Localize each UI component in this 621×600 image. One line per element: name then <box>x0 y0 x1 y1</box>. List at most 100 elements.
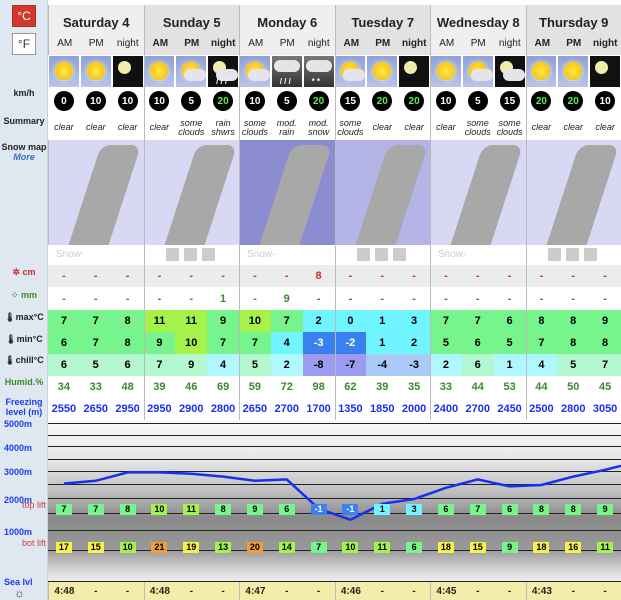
sunrise-cell: - <box>571 585 575 597</box>
period-label: AM <box>248 38 264 49</box>
zoom-map-icon[interactable] <box>392 248 406 261</box>
weather-cell <box>144 55 176 87</box>
prev-map-icon[interactable] <box>165 248 179 261</box>
snow-map-image[interactable] <box>48 140 144 245</box>
snow-map-image[interactable] <box>525 140 621 245</box>
top-lift-temp: 3 <box>406 504 423 515</box>
snow-map-more-link[interactable]: More <box>0 152 48 162</box>
snow-map-image[interactable] <box>334 140 430 245</box>
rain-mm-text: mm <box>21 290 38 300</box>
alt-3000-label: 3000m <box>4 467 33 477</box>
rain-mm-cell: - <box>507 293 512 305</box>
humidity-cell: 50 <box>567 381 580 393</box>
summary-cell: some clouds <box>496 117 523 137</box>
land-shape <box>544 145 619 245</box>
period-label: AM <box>343 38 360 49</box>
sunrise-cell: 4:48 <box>143 582 176 600</box>
wind-chill-cell: -4 <box>366 354 399 376</box>
period-row: AM PM night <box>49 38 144 49</box>
wind-chill-cell: 5 <box>557 354 590 376</box>
day-header: Monday 6 AM PM night <box>239 5 335 55</box>
weather-cell <box>462 55 494 87</box>
moon-rain-icon: / / / <box>208 55 239 87</box>
land-shape <box>353 145 428 245</box>
snow-map-image[interactable] <box>143 140 239 245</box>
day-separator <box>525 5 527 420</box>
freezing-level-cell: 1700 <box>306 403 331 415</box>
period-label: night <box>498 38 521 49</box>
freezing-level-cell: 2000 <box>401 403 427 415</box>
thermometer-icon: 🌡 <box>5 334 17 344</box>
snow-cm-cell: - <box>253 270 257 282</box>
period-label: PM <box>375 38 391 49</box>
prev-map-icon[interactable] <box>356 248 370 261</box>
freezing-level-cell: 3050 <box>592 403 618 415</box>
sunrise-cell: 4:48 <box>48 582 80 600</box>
rain-mm-cell: - <box>444 293 448 305</box>
period-label: PM <box>184 38 200 49</box>
sunrise-cell: - <box>603 585 607 597</box>
sunrise-icon: ☼ <box>14 586 25 600</box>
weather-cell <box>80 55 112 87</box>
max-temp-cell: 8 <box>557 310 590 332</box>
max-temp-cell: 9 <box>207 310 239 332</box>
max-temp-cell: 8 <box>111 310 144 332</box>
max-temp-cell: 7 <box>270 310 303 332</box>
freezing-level-cell: 2650 <box>83 403 108 415</box>
wind-speed-icon: 5 <box>181 91 202 111</box>
humidity-cell: 39 <box>153 381 166 393</box>
wind-chill-cell: 6 <box>111 354 144 376</box>
prev-map-icon[interactable] <box>547 248 561 261</box>
max-temp-cell: 7 <box>430 310 462 332</box>
weather-cell <box>48 55 80 87</box>
snow-map-image[interactable] <box>430 140 526 245</box>
freezing-level-cell: 2650 <box>242 403 268 415</box>
top-lift-temp: 7 <box>55 504 72 515</box>
zoom-map-icon[interactable] <box>583 248 597 261</box>
bottom-lift-label: bot lift <box>21 538 46 548</box>
humidity-cell: 45 <box>598 381 612 393</box>
top-lift-temp: 7 <box>469 504 486 515</box>
min-temp-cell: 1 <box>366 332 399 354</box>
forecast-table: Saturday 4 AM PM night Sunday 5 AM PM night Mond… <box>48 0 621 600</box>
min-temp-cell: 9 <box>143 332 176 354</box>
day-name: Monday 6 <box>257 15 318 30</box>
next-map-icon[interactable] <box>374 248 388 261</box>
max-temp-cell: 8 <box>525 310 558 332</box>
bottom-lift-temp: 11 <box>374 542 391 553</box>
wind-speed-icon: 20 <box>213 91 234 111</box>
max-text: max°C <box>15 312 44 322</box>
snow-cm-label: ✲ cm <box>0 267 48 277</box>
freezing-level-label: Freezing level (m) <box>5 397 43 417</box>
freezing-level-cell: 2550 <box>51 403 77 415</box>
next-map-icon[interactable] <box>183 248 197 261</box>
sun-icon <box>80 55 111 87</box>
max-temp-cell: 7 <box>48 310 80 332</box>
wind-speed-icon: 10 <box>85 91 106 111</box>
celsius-button[interactable]: °C <box>12 5 36 27</box>
period-label: night <box>307 38 330 49</box>
next-map-icon[interactable] <box>565 248 579 261</box>
sunrise-cell: - <box>125 585 130 597</box>
min-temp-cell: 10 <box>175 332 208 354</box>
wind-speed-icon: 10 <box>595 91 616 111</box>
weather-cell <box>366 55 398 87</box>
bottom-lift-temp: 17 <box>55 542 72 553</box>
zoom-map-icon[interactable] <box>201 248 215 261</box>
rain-mm-cell: - <box>125 293 130 305</box>
day-name: Tuesday 7 <box>351 15 415 30</box>
bottom-lift-temp: 21 <box>151 542 168 553</box>
snow-cm-cell: - <box>189 270 194 282</box>
max-temp-cell: 6 <box>493 310 526 332</box>
snow-cm-cell: - <box>571 270 576 282</box>
sunrise-row: 4:48 - - 4:48 - - 4:47 - - 4:46 - - 4:45 - - 4:43 - - <box>48 582 621 600</box>
rain-mm-label: ⁘ mm <box>0 290 48 300</box>
bottom-lift-temp: 18 <box>533 542 550 553</box>
period-label: night <box>211 38 236 49</box>
raindrops-icon: ⁘ <box>10 290 22 300</box>
day-separator <box>334 5 336 420</box>
snow-map-image[interactable] <box>239 140 335 245</box>
fahrenheit-button[interactable]: °F <box>12 33 36 55</box>
sun-icon <box>526 55 557 87</box>
weather-cell <box>335 55 367 87</box>
